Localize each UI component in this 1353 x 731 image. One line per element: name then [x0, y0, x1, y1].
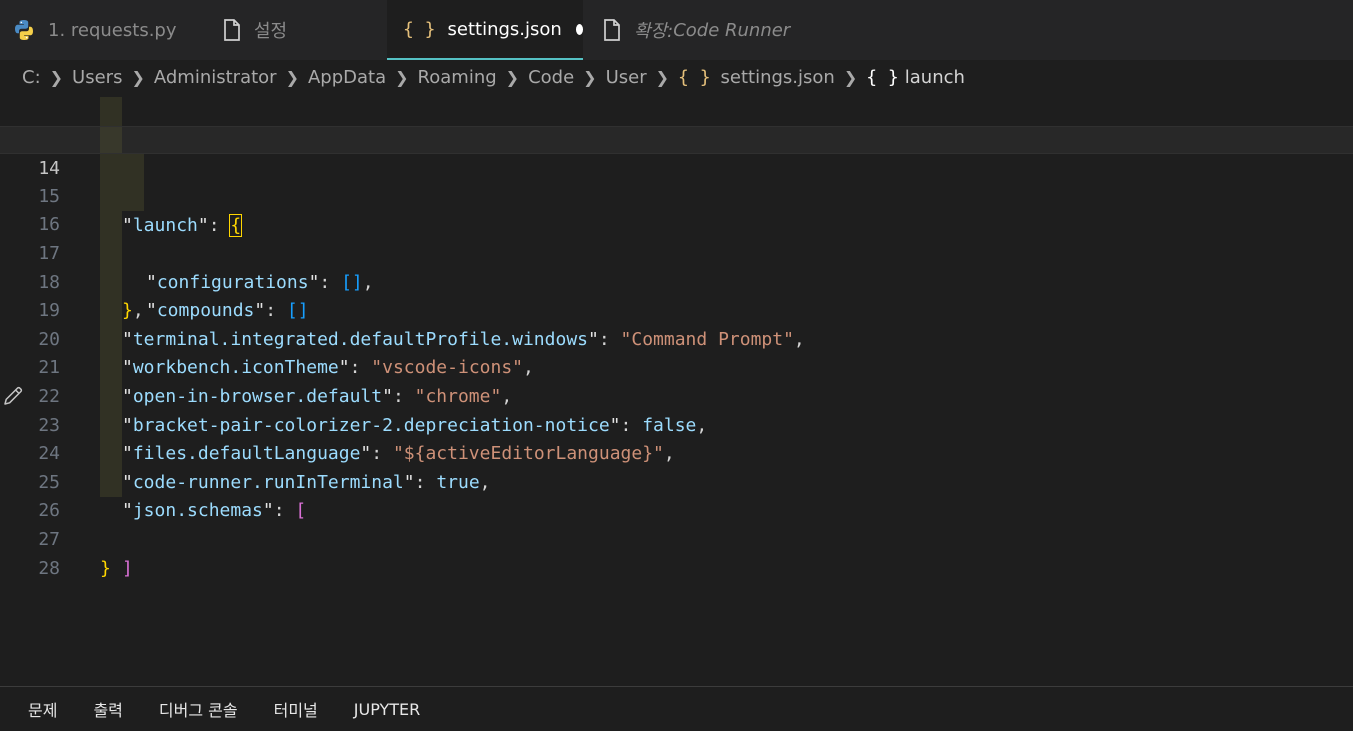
code-line[interactable]: 28	[0, 526, 1353, 579]
line-number: 28	[38, 557, 60, 579]
code-line[interactable]: 16 "compounds": []	[0, 182, 1353, 321]
indent-guide	[100, 211, 122, 240]
indent-guide	[100, 411, 122, 441]
breadcrumb-item[interactable]: Users	[72, 67, 122, 88]
code-line[interactable]: 17 },	[0, 211, 1353, 321]
json-braces-icon: { }	[678, 66, 711, 88]
indent-guide	[100, 240, 122, 269]
chevron-right-icon: ❯	[655, 67, 670, 87]
panel-tab-terminal[interactable]: 터미널	[274, 697, 318, 721]
code-line[interactable]: 18 "terminal.integrated.defaultProfile.w…	[0, 240, 1353, 350]
closing-bracket: ]	[122, 557, 133, 579]
code-line[interactable]: 25	[0, 440, 1353, 493]
closing-brace: }	[100, 557, 111, 579]
indent-guide	[100, 440, 122, 469]
code-line[interactable]: 20 "open-in-browser.default": "chrome",	[0, 297, 1353, 407]
tab-label: Code Runner	[673, 19, 791, 41]
tab-label: 1. requests.py	[48, 19, 177, 41]
panel-tab-problems[interactable]: 문제	[28, 697, 57, 721]
breadcrumb-item[interactable]: Code	[528, 67, 574, 88]
panel-tab-debug-console[interactable]: 디버그 콘솔	[159, 697, 238, 721]
code-line[interactable]: 22 "files.defaultLanguage": "${activeEdi…	[0, 354, 1353, 464]
unsaved-dot-icon[interactable]	[575, 23, 583, 35]
chevron-right-icon: ❯	[49, 67, 64, 87]
chevron-right-icon: ❯	[395, 67, 409, 87]
breadcrumb-item[interactable]: User	[606, 67, 647, 88]
code-line[interactable]: 21 "bracket-pair-colorizer-2.depreciatio…	[0, 325, 1353, 436]
chevron-right-icon: ❯	[505, 67, 520, 87]
tab-settings-ui[interactable]: 설정	[222, 0, 382, 60]
indent-guide	[100, 325, 122, 355]
breadcrumb-item[interactable]: settings.json	[721, 67, 835, 88]
panel-tab-jupyter[interactable]: JUPYTER	[354, 700, 421, 719]
chevron-right-icon: ❯	[583, 67, 597, 87]
indent-guide	[100, 383, 122, 412]
code-line[interactable]: 19 "workbench.iconTheme": "vscode-icons"…	[0, 268, 1353, 378]
tab-label: 설정	[254, 21, 288, 42]
code-line[interactable]: 27 }	[0, 497, 1353, 579]
chevron-right-icon: ❯	[131, 67, 145, 87]
panel-tab-bar: 문제 출력 디버그 콘솔 터미널 JUPYTER	[0, 686, 1353, 731]
indent-guide	[100, 182, 122, 212]
indent-guide	[100, 154, 122, 183]
indent-guide	[100, 126, 122, 154]
code-text: ]	[122, 555, 133, 584]
breadcrumb-item[interactable]: C:	[22, 67, 41, 88]
code-line[interactable]: 15 "configurations": [],	[0, 154, 1353, 293]
breadcrumb-item[interactable]: launch	[905, 67, 965, 88]
chevron-right-icon: ❯	[285, 67, 299, 87]
tab-requests-py[interactable]: 1. requests.py	[0, 0, 200, 60]
breadcrumb-item[interactable]: Administrator	[154, 67, 277, 88]
panel-tab-output[interactable]: 출력	[93, 697, 122, 721]
code-line[interactable]: 13	[0, 97, 1353, 150]
file-icon	[602, 18, 622, 42]
pencil-icon[interactable]	[2, 385, 24, 411]
indent-guide	[100, 468, 122, 498]
code-line[interactable]: 23 "code-runner.runInTerminal": true,	[0, 383, 1353, 493]
code-line-current[interactable]: 14 "launch": {	[0, 125, 1353, 238]
file-icon	[222, 18, 242, 42]
tab-prefix: 확장:	[634, 21, 674, 42]
indent-guide	[100, 354, 122, 383]
breadcrumb-item[interactable]: Roaming	[418, 67, 497, 88]
code-editor[interactable]: 13 14 "launch": { 15 "configurations": […	[0, 94, 1353, 686]
tab-settings-json[interactable]: { } settings.json	[387, 0, 583, 60]
tab-bar: 1. requests.py 설정 { } settings.json 확장: …	[0, 0, 1353, 60]
json-braces-icon: { }	[403, 18, 436, 40]
indent-guide	[122, 154, 144, 183]
indent-guide	[100, 97, 122, 126]
tab-extension-code-runner[interactable]: 확장: Code Runner	[602, 0, 842, 60]
code-text: }	[100, 555, 111, 584]
indent-guide	[122, 182, 144, 212]
indent-guide	[100, 297, 122, 326]
code-line[interactable]: 24 "json.schemas": [	[0, 411, 1353, 521]
indent-guide	[100, 268, 122, 298]
chevron-right-icon: ❯	[843, 67, 858, 87]
code-line[interactable]: 26 ]	[0, 468, 1353, 579]
breadcrumb-item[interactable]: AppData	[308, 67, 386, 88]
tab-label: settings.json	[447, 18, 562, 40]
object-braces-icon: { }	[866, 66, 899, 88]
python-icon	[12, 18, 36, 42]
breadcrumb: C: ❯ Users ❯ Administrator ❯ AppData ❯ R…	[0, 60, 1353, 94]
